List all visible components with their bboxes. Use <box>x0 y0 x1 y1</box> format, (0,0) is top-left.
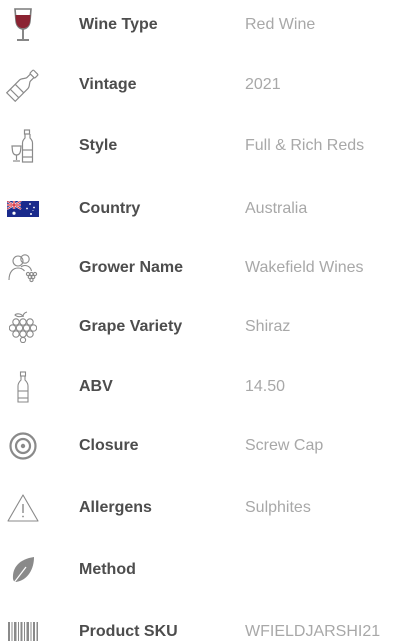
spec-label: Vintage <box>79 76 137 93</box>
spec-row-wine-type: Wine Type Red Wine <box>0 3 394 47</box>
spec-row-closure: Closure Screw Cap <box>0 424 394 468</box>
spec-value: Full & Rich Reds <box>245 137 365 154</box>
spec-row-country: Country Australia <box>0 187 394 231</box>
screw-cap-target-icon <box>6 424 40 468</box>
spec-label: Allergens <box>79 499 152 516</box>
spec-label: ABV <box>79 378 113 395</box>
spec-label: Grower Name <box>79 259 184 276</box>
spec-row-grower-name: Grower Name Wakefield Wines <box>0 246 394 290</box>
spec-value: Sulphites <box>245 499 311 516</box>
spec-label: Wine Type <box>79 16 158 33</box>
spec-row-method: Method <box>0 548 394 592</box>
spec-value: 14.50 <box>245 378 286 395</box>
spec-row-style: Style Full & Rich Reds <box>0 124 394 168</box>
grower-people-grape-icon <box>6 246 40 290</box>
warning-triangle-icon <box>6 486 40 530</box>
bottle-outline-icon <box>6 365 40 409</box>
spec-value: Red Wine <box>245 16 316 33</box>
spec-label: Method <box>79 561 136 578</box>
spec-label: Product SKU <box>79 623 178 640</box>
spec-label: Grape Variety <box>79 318 183 335</box>
wine-bottle-icon <box>6 63 40 107</box>
spec-row-allergens: Allergens Sulphites <box>0 486 394 530</box>
spec-row-grape-variety: Grape Variety Shiraz <box>0 305 394 349</box>
spec-label: Country <box>79 200 141 217</box>
spec-value: Wakefield Wines <box>245 259 364 276</box>
spec-row-vintage: Vintage 2021 <box>0 63 394 107</box>
spec-value: Screw Cap <box>245 437 324 454</box>
product-specs-list: Wine Type Red Wine Vintage 2021 Style Fu… <box>0 0 394 641</box>
spec-value: WFIELDJARSHI21 <box>245 623 381 640</box>
grape-bunch-icon <box>6 305 40 349</box>
spec-label: Closure <box>79 437 139 454</box>
spec-row-product-sku: Product SKU WFIELDJARSHI21 <box>0 610 394 641</box>
spec-value: 2021 <box>245 76 281 93</box>
spec-row-abv: ABV 14.50 <box>0 365 394 409</box>
barcode-icon <box>6 610 40 641</box>
bottle-glass-icon <box>6 124 40 168</box>
spec-value: Australia <box>245 200 308 217</box>
spec-label: Style <box>79 137 118 154</box>
australia-flag-icon <box>6 187 40 231</box>
wine-glass-icon <box>6 3 40 47</box>
leaf-icon <box>6 548 40 592</box>
spec-value: Shiraz <box>245 318 291 335</box>
